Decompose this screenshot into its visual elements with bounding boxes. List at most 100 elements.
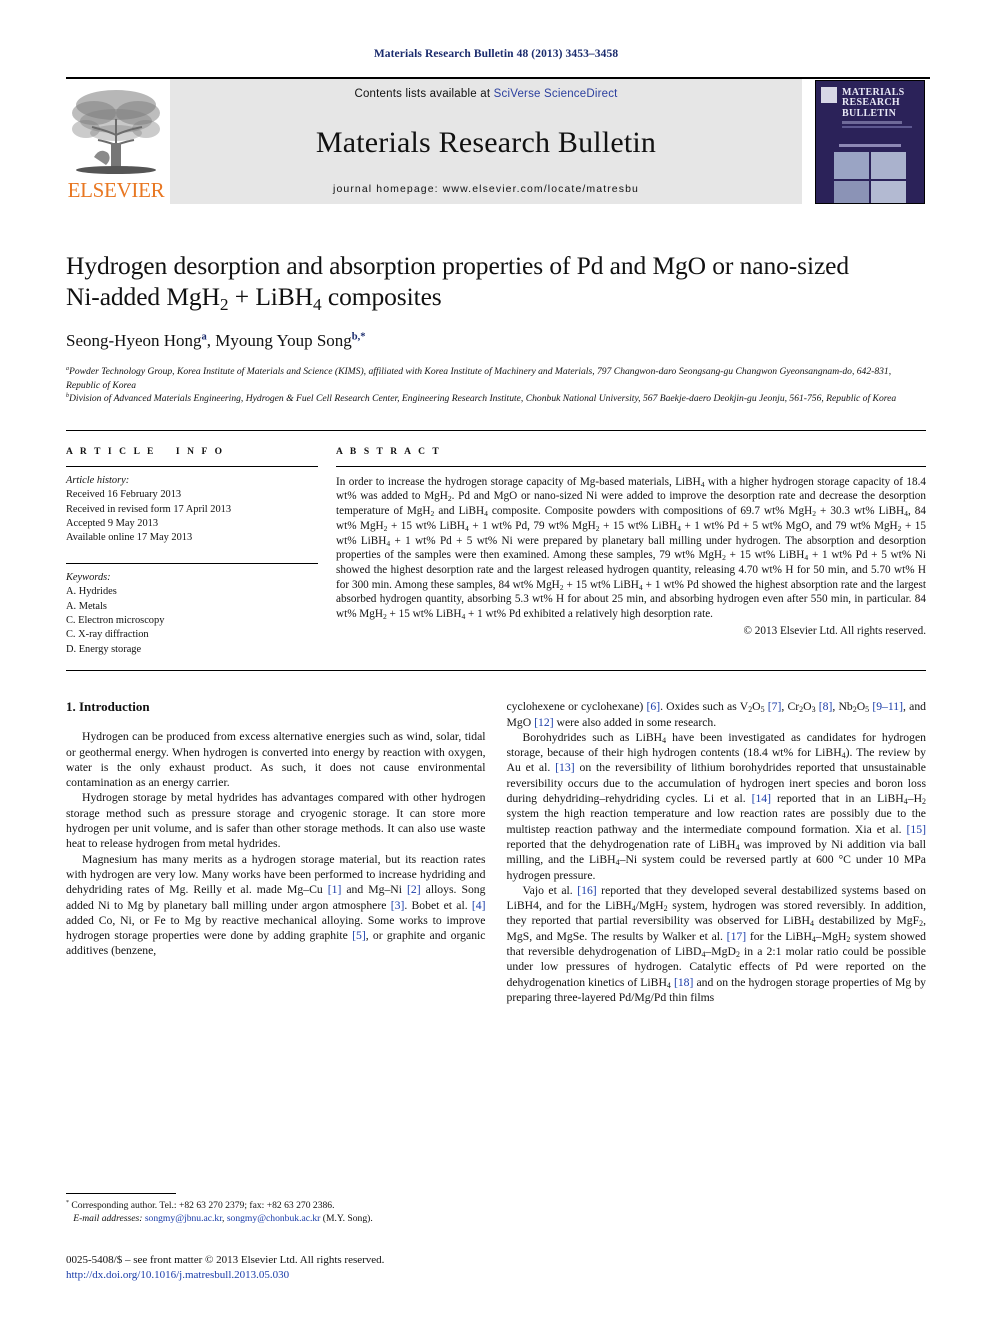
journal-title: Materials Research Bulletin: [315, 125, 657, 159]
citation-ref[interactable]: [15]: [907, 823, 926, 836]
author-list: Seong-Hyeon Honga, Myoung Youp Songb,*: [66, 331, 926, 351]
email-link-1[interactable]: songmy@jbnu.ac.kr: [145, 1213, 222, 1224]
keywords-block: Keywords: A. Hydrides A. Metals C. Elect…: [66, 571, 318, 657]
citation-ref[interactable]: [17]: [727, 930, 746, 943]
article-history-item: Available online 17 May 2013: [66, 532, 193, 544]
email-addresses-label: E-mail addresses:: [73, 1213, 143, 1225]
title-line-2-b: + LiBH: [228, 282, 314, 311]
citation-ref[interactable]: [3]: [391, 899, 405, 912]
article-info-column: A R T I C L E I N F O Article history: R…: [66, 447, 318, 657]
citation-ref[interactable]: [14]: [752, 792, 771, 805]
paragraph: cyclohexene or cyclohexane) [6]. Oxides …: [506, 700, 927, 729]
citation-ref[interactable]: [8]: [819, 700, 833, 713]
footnote-block: * Corresponding author. Tel.: +82 63 270…: [66, 1193, 476, 1225]
body-column-left: 1. Introduction Hydrogen can be produced…: [66, 699, 486, 1005]
author-separator: ,: [206, 331, 216, 350]
title-line-2-a: Ni-added MgH: [66, 282, 220, 311]
cover-subtitle-rule: [842, 121, 902, 124]
keyword-item: D. Energy storage: [66, 643, 142, 655]
article-info-heading: A R T I C L E I N F O: [66, 446, 225, 457]
keywords-label: Keywords:: [66, 571, 111, 583]
author-2-affiliation-mark: b,*: [351, 331, 366, 343]
keyword-item: C. Electron microscopy: [66, 615, 165, 627]
page-title: Hydrogen desorption and absorption prope…: [66, 250, 926, 314]
citation-ref[interactable]: [13]: [555, 761, 574, 774]
imprint-block: 0025-5408/$ – see front matter © 2013 El…: [66, 1253, 496, 1283]
masthead-center: Contents lists available at SciVerse Sci…: [170, 79, 802, 204]
citation-ref[interactable]: [18]: [674, 976, 693, 989]
paragraph: Hydrogen can be produced from excess alt…: [66, 730, 486, 790]
contents-prefix: Contents lists available at: [354, 88, 494, 100]
article-history-item: Received 16 February 2013: [66, 489, 182, 501]
citation-ref[interactable]: [4]: [472, 899, 486, 912]
citation-ref[interactable]: [1]: [328, 883, 342, 896]
corresponding-author-text: Corresponding author. Tel.: +82 63 270 2…: [71, 1200, 335, 1211]
affiliation-list: aPowder Technology Group, Korea Institut…: [66, 365, 926, 406]
footnote-rule: [66, 1193, 176, 1194]
email-link-2[interactable]: songmy@chonbuk.ac.kr: [227, 1213, 321, 1224]
corresponding-author-note: * Corresponding author. Tel.: +82 63 270…: [66, 1199, 476, 1225]
affiliation-a-text: Powder Technology Group, Korea Institute…: [66, 366, 892, 391]
cover-micrograph-3: [834, 181, 869, 203]
paragraph: Hydrogen storage by metal hydrides has a…: [66, 791, 486, 851]
elsevier-tree-icon: [72, 90, 160, 174]
affiliation-a: aPowder Technology Group, Korea Institut…: [66, 365, 926, 392]
article-info-rule: [66, 465, 318, 467]
cover-micrograph-2: [871, 152, 906, 179]
article-history-label: Article history:: [66, 474, 130, 486]
cover-title: MATERIALS RESEARCH BULLETIN: [842, 87, 924, 120]
title-block: Hydrogen desorption and absorption prope…: [66, 250, 926, 351]
paragraph: Borohydrides such as LiBH4 have been inv…: [506, 730, 927, 882]
abstract-copyright: © 2013 Elsevier Ltd. All rights reserved…: [743, 624, 927, 637]
journal-masthead: ELSEVIER Contents lists available at Sci…: [66, 77, 930, 204]
sciencedirect-link[interactable]: SciVerse ScienceDirect: [494, 88, 618, 100]
cover-title-line3: BULLETIN: [842, 107, 897, 119]
cover-micrograph-1: [834, 152, 869, 179]
running-head: Materials Research Bulletin 48 (2013) 34…: [373, 48, 619, 60]
paragraph: Vajo et al. [16] reported that they deve…: [506, 883, 927, 1004]
citation-ref[interactable]: [9–11]: [872, 700, 903, 713]
elsevier-wordmark: ELSEVIER: [67, 178, 165, 202]
cover-caption-rule: [839, 144, 901, 147]
article-history-item: Received in revised form 17 April 2013: [66, 503, 232, 515]
contents-available-line: Contents lists available at SciVerse Sci…: [354, 88, 617, 100]
article-history: Article history: Received 16 February 20…: [66, 474, 318, 546]
keyword-item: A. Hydrides: [66, 586, 117, 598]
paragraph: Magnesium has many merits as a hydrogen …: [66, 852, 486, 958]
cover-micrograph-4: [871, 181, 906, 203]
citation-ref[interactable]: [5]: [352, 929, 366, 942]
cover-publisher-badge-icon: [821, 86, 837, 103]
info-abstract-bottom-rule: [66, 670, 926, 672]
cover-image: MATERIALS RESEARCH BULLETIN: [815, 79, 925, 204]
body-column-right: cyclohexene or cyclohexane) [6]. Oxides …: [507, 699, 927, 1005]
abstract-heading: A B S T R A C T: [336, 446, 442, 457]
keyword-item: A. Metals: [66, 600, 107, 612]
info-abstract-region: A R T I C L E I N F O Article history: R…: [66, 431, 926, 657]
abstract-column: A B S T R A C T In order to increase the…: [336, 447, 926, 657]
citation-ref[interactable]: [16]: [577, 884, 596, 897]
journal-homepage-line[interactable]: journal homepage: www.elsevier.com/locat…: [333, 183, 639, 195]
paper-page: Materials Research Bulletin 48 (2013) 34…: [0, 0, 992, 1323]
abstract-text: In order to increase the hydrogen storag…: [336, 475, 926, 622]
keywords-rule: [66, 562, 318, 564]
body-columns: 1. Introduction Hydrogen can be produced…: [66, 699, 926, 1005]
footnote-asterisk: *: [66, 1199, 69, 1206]
doi-link[interactable]: http://dx.doi.org/10.1016/j.matresbull.2…: [66, 1268, 496, 1283]
abstract-rule: [336, 465, 926, 467]
title-line-2-c: composites: [321, 282, 442, 311]
citation-ref[interactable]: [6]: [646, 700, 660, 713]
cover-title-line2: RESEARCH: [842, 97, 900, 108]
title-sub-2: 4: [313, 294, 322, 314]
elsevier-logo: ELSEVIER: [66, 79, 166, 204]
issn-front-matter: 0025-5408/$ – see front matter © 2013 El…: [66, 1254, 385, 1266]
author-1-name: Seong-Hyeon Hong: [66, 331, 202, 350]
corresponding-author-suffix: (M.Y. Song).: [322, 1213, 373, 1225]
citation-ref[interactable]: [12]: [534, 716, 553, 729]
affiliation-b: bDivision of Advanced Materials Engineer…: [66, 392, 926, 406]
affiliation-b-text: Division of Advanced Materials Engineeri…: [68, 393, 897, 405]
citation-ref[interactable]: [2]: [407, 883, 421, 896]
journal-cover-thumbnail: MATERIALS RESEARCH BULLETIN: [810, 79, 930, 204]
article-history-item: Accepted 9 May 2013: [66, 518, 159, 529]
citation-ref[interactable]: [7]: [768, 700, 782, 713]
cover-micrograph-grid: [834, 152, 906, 203]
